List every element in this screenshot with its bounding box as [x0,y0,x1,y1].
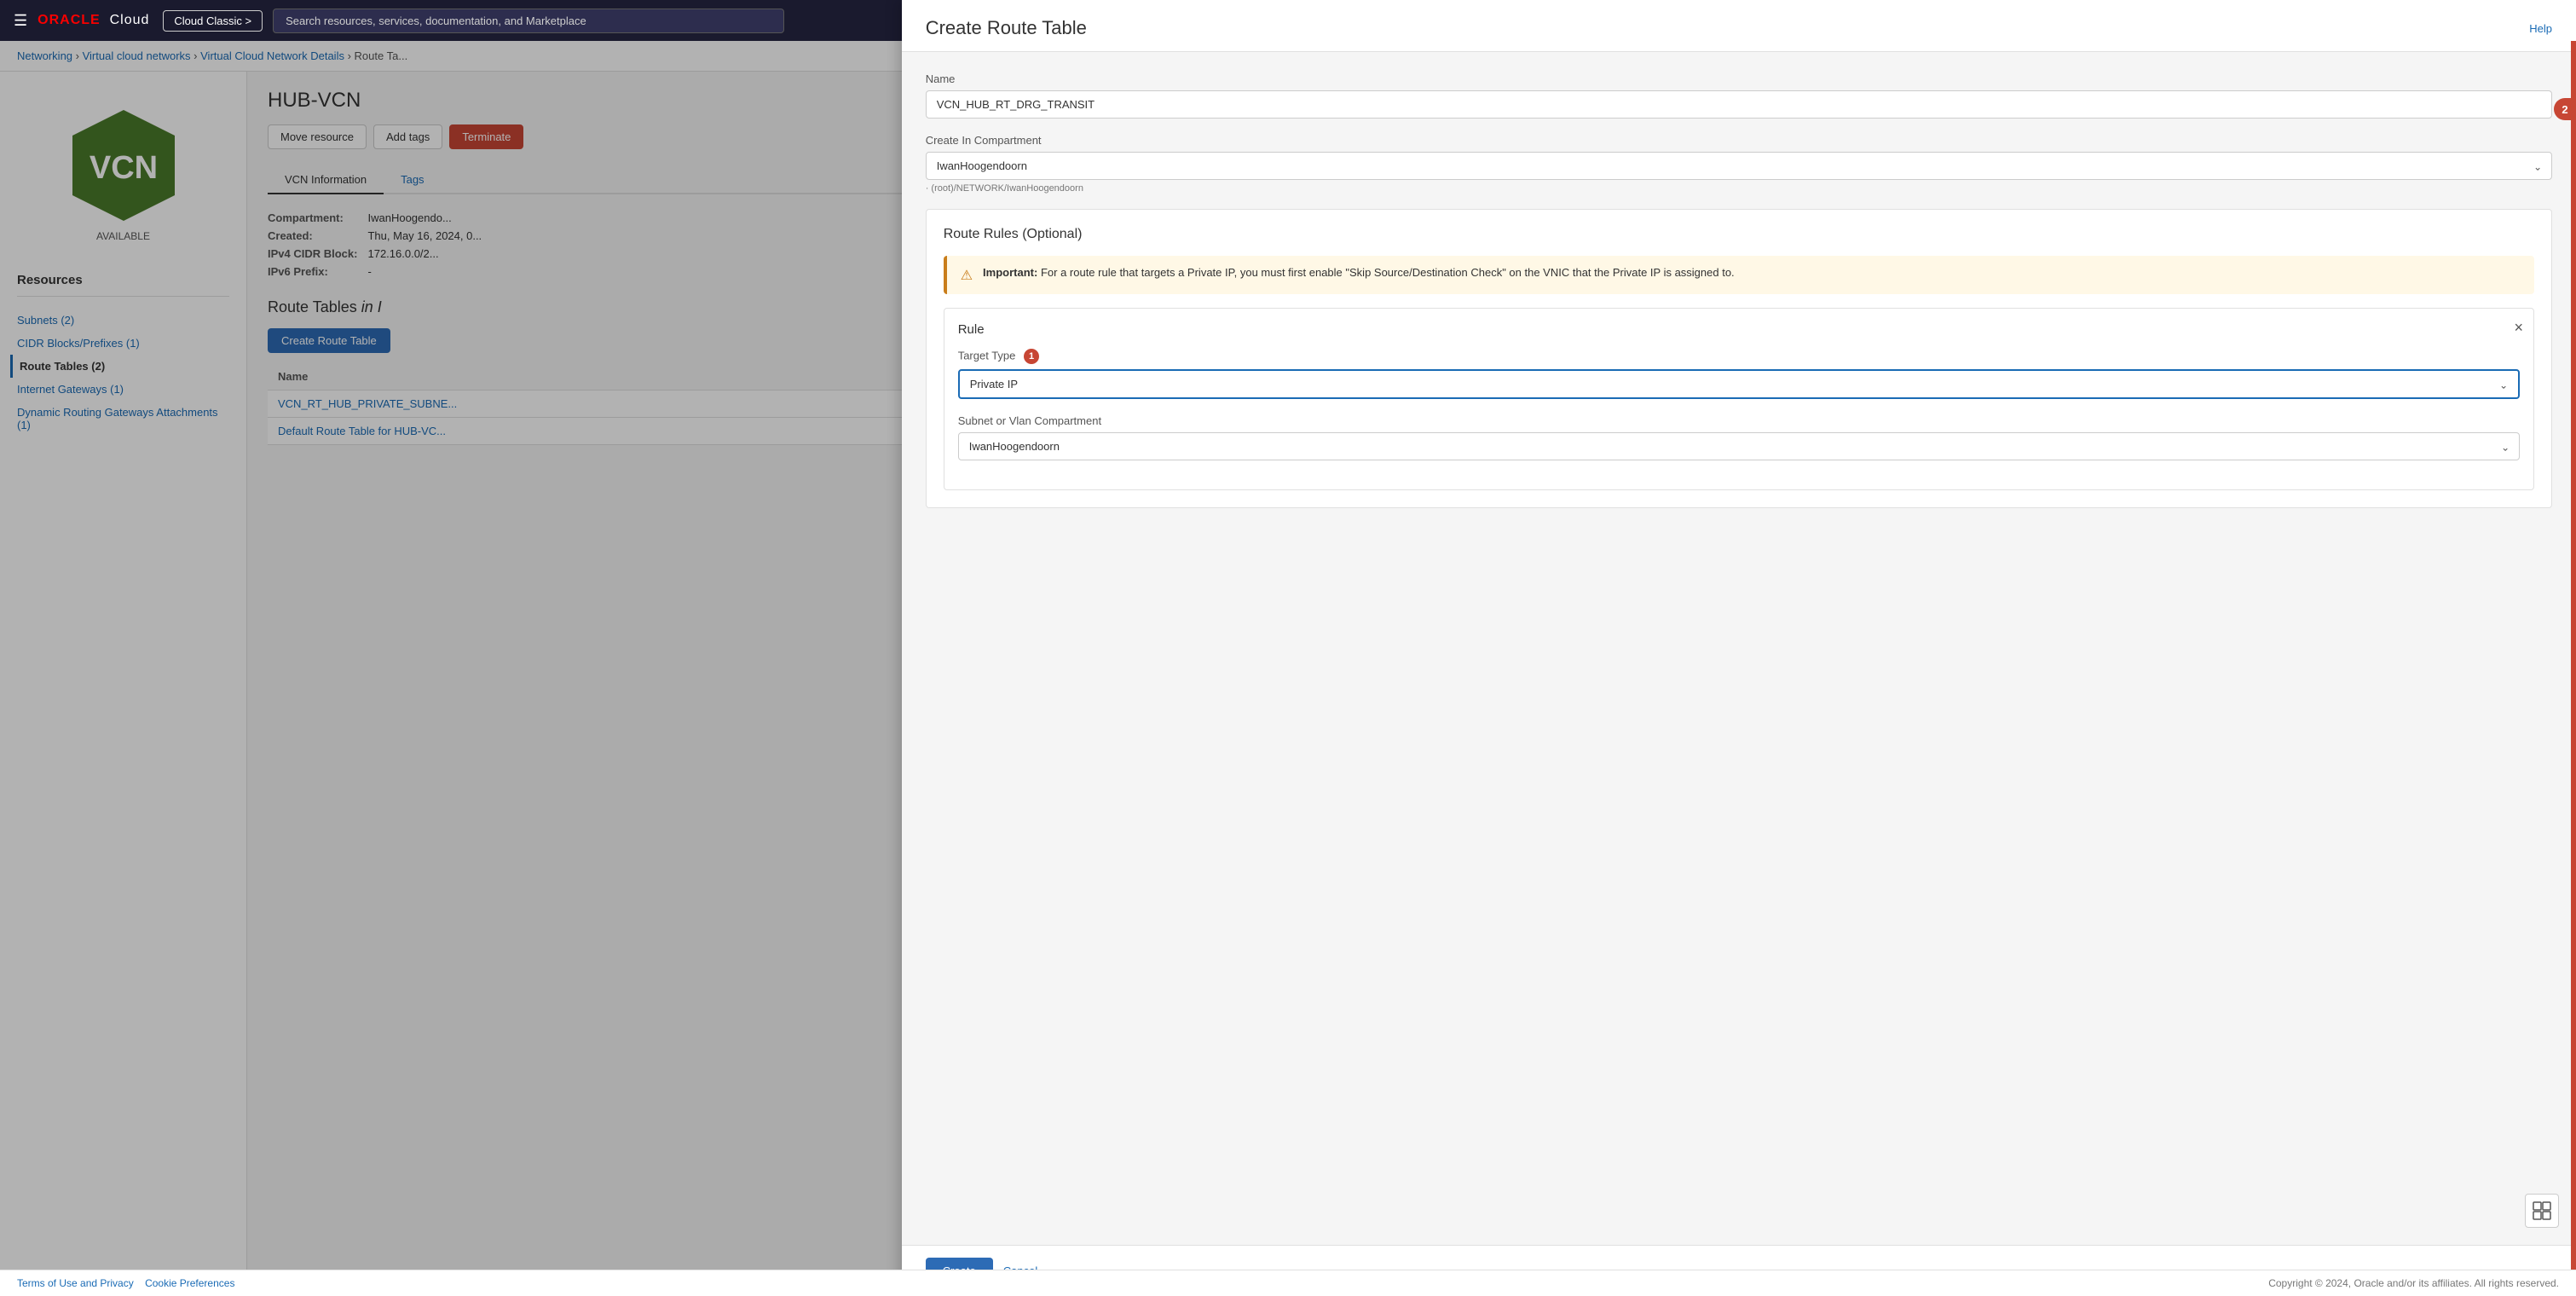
compartment-select[interactable]: IwanHoogendoorn [926,152,2552,180]
terms-link[interactable]: Terms of Use and Privacy [17,1277,134,1289]
modal-body: Name Create In Compartment IwanHoogendoo… [902,52,2576,1245]
rule-close-button[interactable]: × [2514,319,2523,337]
target-type-field: Private IP [958,369,2520,399]
route-rules-section: Route Rules (Optional) ⚠ Important: For … [926,209,2552,508]
important-title: Important: [983,266,1037,279]
route-rules-title: Route Rules (Optional) [944,227,2534,242]
subnet-compartment-form-group: Subnet or Vlan Compartment IwanHoogendoo… [958,414,2520,460]
cloud-classic-button[interactable]: Cloud Classic > [163,10,263,32]
target-type-select-wrapper: Private IP [960,371,2518,397]
subnet-compartment-select-wrapper: IwanHoogendoorn [958,432,2520,460]
badge-2: 2 [2554,98,2576,120]
name-input[interactable] [926,90,2552,119]
compartment-select-wrapper: IwanHoogendoorn [926,152,2552,180]
subnet-compartment-label: Subnet or Vlan Compartment [958,414,2520,427]
target-type-select[interactable]: Private IP [960,371,2518,397]
cloud-classic-label: Cloud Classic > [174,14,251,27]
scrollbar-indicator [2571,41,2576,1296]
search-input[interactable] [273,9,784,33]
footer-copyright: Copyright © 2024, Oracle and/or its affi… [2268,1277,2559,1289]
badge-1: 1 [1024,349,1039,364]
warning-icon: ⚠ [961,267,973,284]
cookie-link[interactable]: Cookie Preferences [145,1277,234,1289]
footer-left: Terms of Use and Privacy Cookie Preferen… [17,1277,234,1289]
important-text: Important: For a route rule that targets… [983,266,1735,279]
cloud-text: Cloud [110,13,150,27]
rule-card: Rule × Target Type 1 Private IP [944,308,2534,490]
footer: Terms of Use and Privacy Cookie Preferen… [0,1270,2576,1296]
oracle-logo: ORACLE Cloud [38,13,149,28]
target-type-label: Target Type 1 [958,349,2520,364]
modal-title: Create Route Table [926,17,1087,39]
important-banner: ⚠ Important: For a route rule that targe… [944,256,2534,294]
name-label: Name [926,72,2552,85]
compartment-form-group: Create In Compartment IwanHoogendoorn · … [926,134,2552,194]
floating-help-button[interactable] [2525,1194,2559,1228]
target-type-form-group: Target Type 1 Private IP [958,349,2520,399]
rule-title: Rule [958,322,2520,337]
compartment-label-modal: Create In Compartment [926,134,2552,147]
hamburger-menu[interactable]: ☰ [14,12,27,30]
important-body: For a route rule that targets a Private … [1041,266,1735,279]
oracle-text: ORACLE [38,13,101,27]
subnet-compartment-select[interactable]: IwanHoogendoorn [958,432,2520,460]
modal-panel: Create Route Table Help Name Create In C… [902,0,2576,1296]
modal-header: Create Route Table Help [902,0,2576,52]
help-link[interactable]: Help [2529,22,2552,35]
compartment-path: · (root)/NETWORK/IwanHoogendoorn [926,183,2552,194]
name-form-group: Name [926,72,2552,119]
